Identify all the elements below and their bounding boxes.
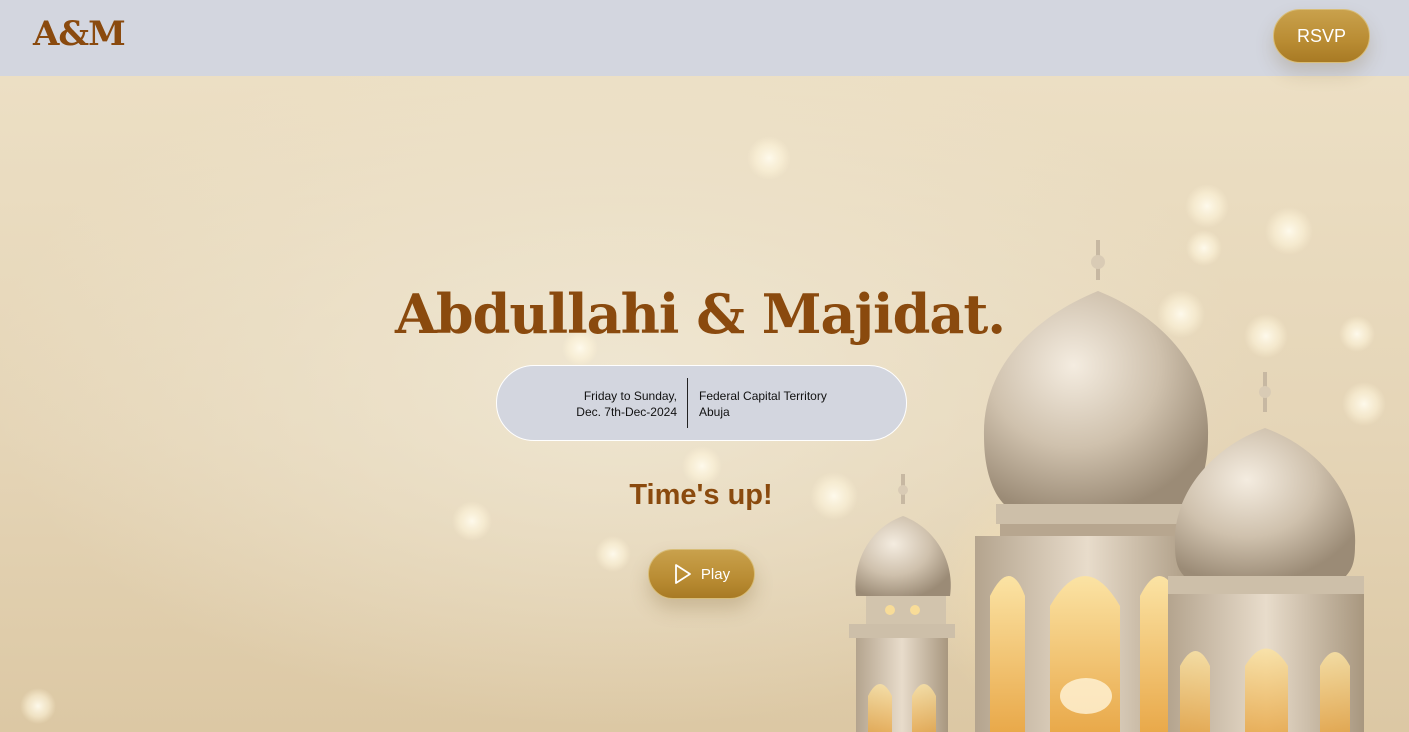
event-info-pill: Friday to Sunday, Dec. 7th-Dec-2024 Fede… [496,365,907,441]
event-location-line1: Federal Capital Territory [699,389,827,403]
page: A&M RSVP Abdullahi & Majidat. Friday to … [0,0,1409,732]
hero-section: Abdullahi & Majidat. Friday to Sunday, D… [0,76,1409,732]
event-location: Federal Capital Territory Abuja [699,388,827,420]
event-date: Friday to Sunday, Dec. 7th-Dec-2024 [576,388,677,420]
play-label: Play [700,565,731,583]
play-icon [673,563,693,585]
info-divider [687,378,688,428]
play-button[interactable]: Play [648,549,755,599]
event-date-line1: Friday to Sunday, [583,389,677,403]
event-date-line2: Dec. 7th-Dec-2024 [576,405,677,419]
countdown-status: Time's up! [629,479,773,511]
top-navbar: A&M RSVP [0,0,1409,76]
rsvp-button[interactable]: RSVP [1273,9,1370,63]
event-location-line2: Abuja [699,405,730,419]
couple-names-heading: Abdullahi & Majidat. [394,282,1006,346]
small-lantern [849,474,955,732]
logo[interactable]: A&M [33,14,126,54]
